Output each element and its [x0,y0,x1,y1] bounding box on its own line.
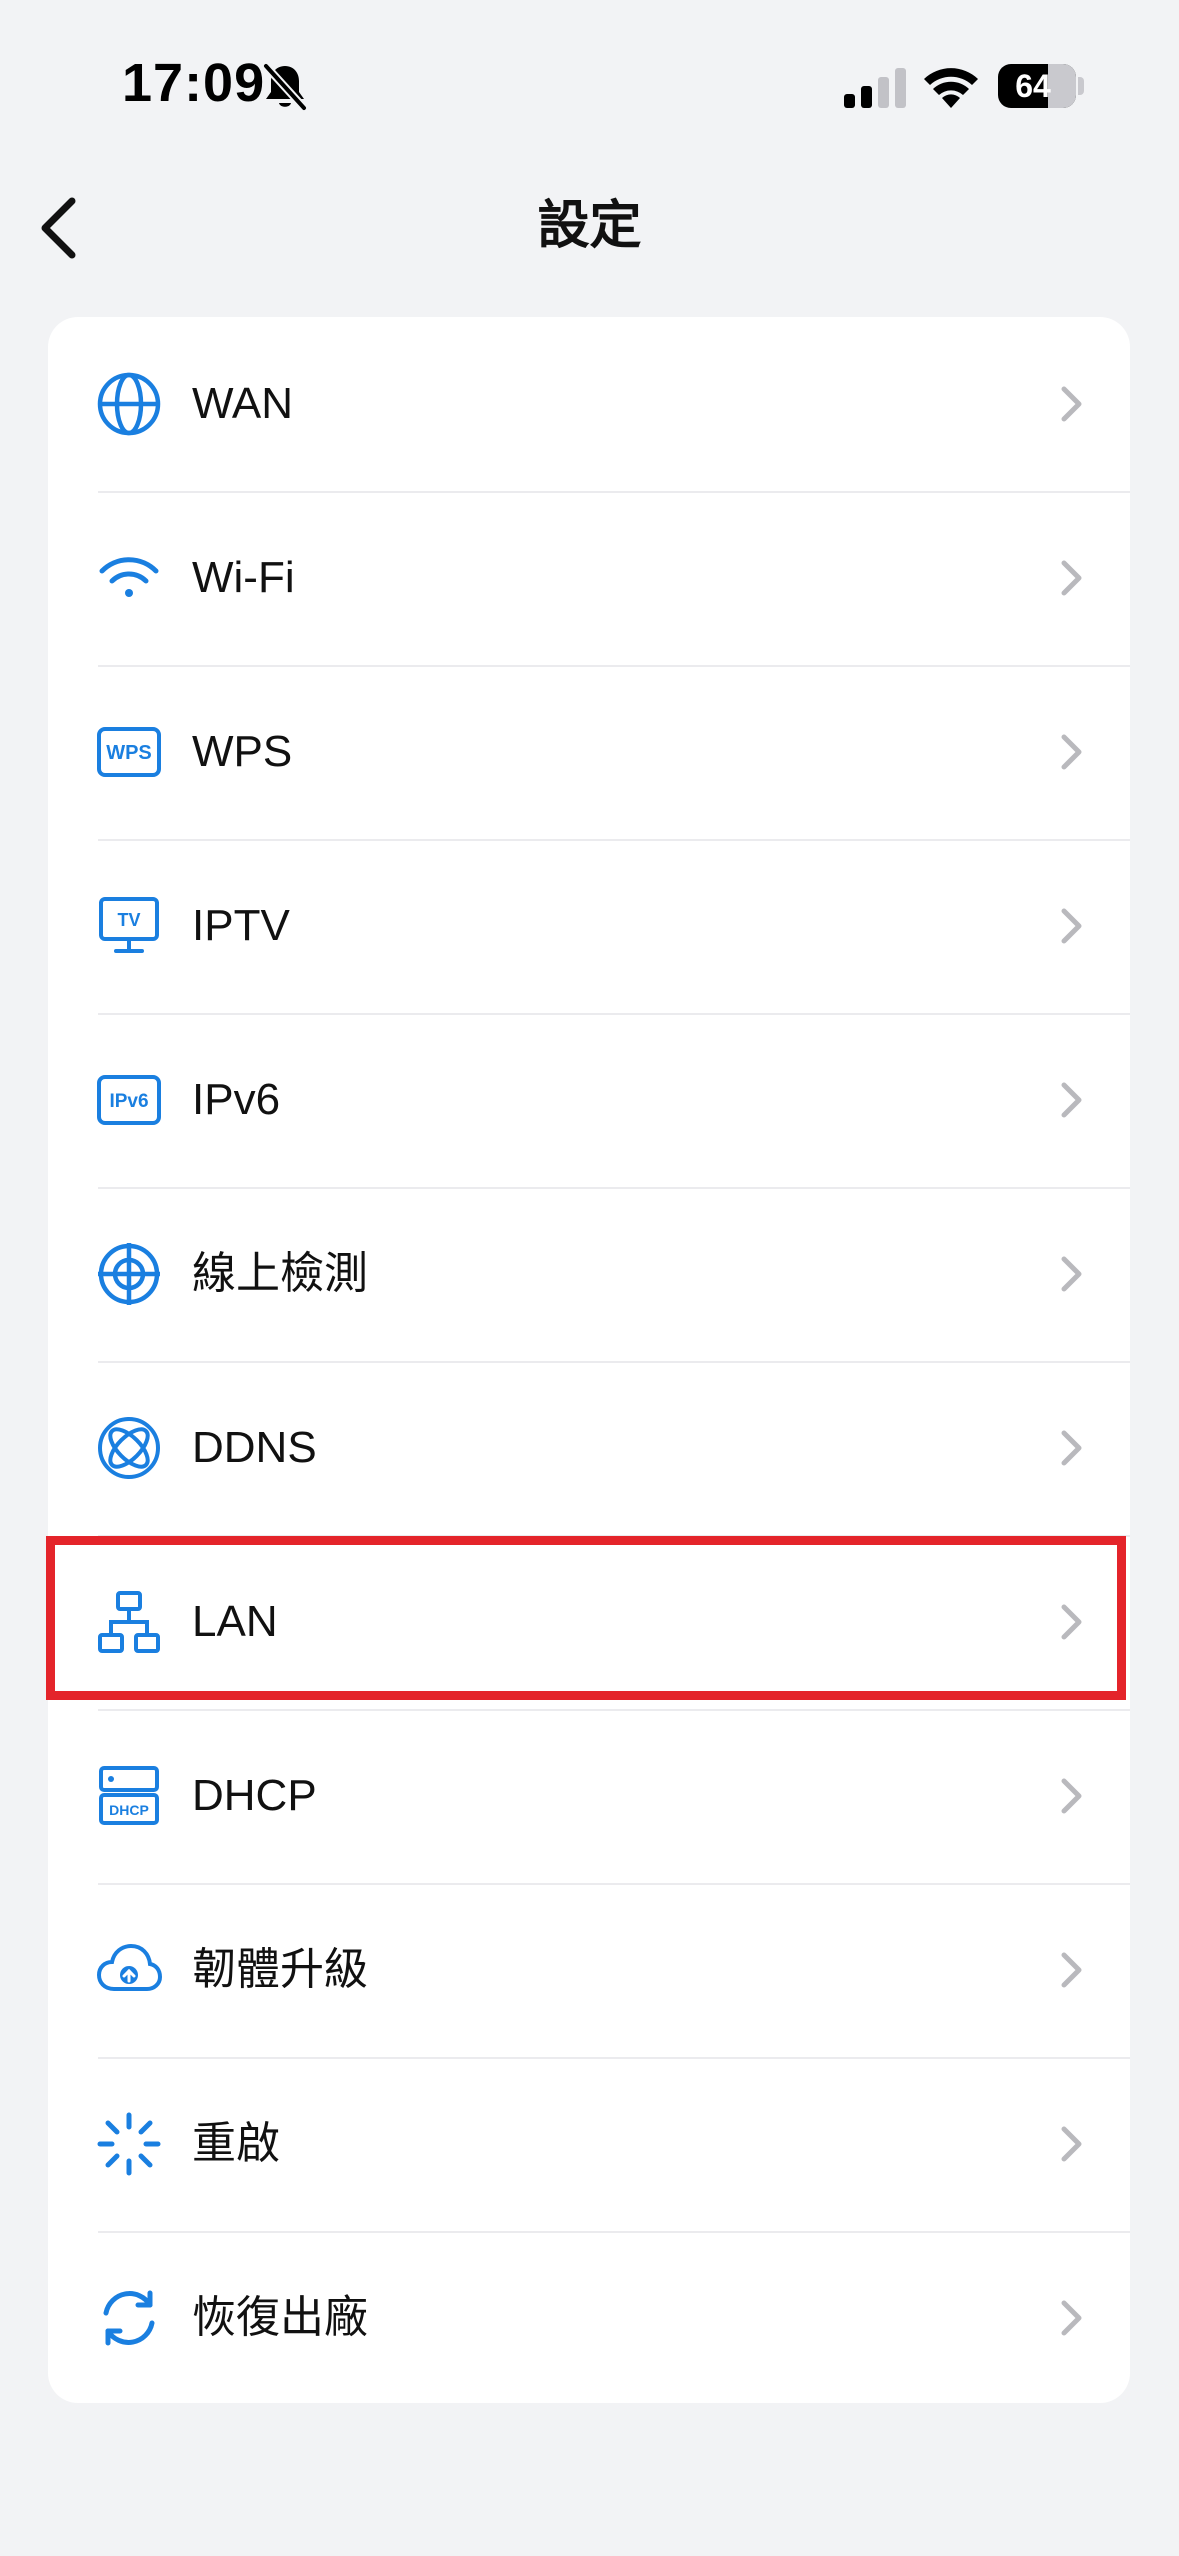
chevron-right-icon [1061,1082,1082,1118]
chevron-right-icon [1061,734,1082,770]
mute-icon [262,62,308,112]
chevron-right-icon [1061,2300,1082,2336]
settings-item-label: WPS [192,727,293,776]
network-icon [96,1589,162,1655]
wifi-icon [924,68,978,108]
settings-item-label: IPv6 [192,1075,281,1124]
settings-item-label: WAN [192,379,294,428]
settings-item-online-check[interactable]: 線上檢測 [48,1187,1130,1361]
chevron-right-icon [1061,1430,1082,1466]
battery-level: 64 [1015,68,1051,104]
loading-spinner-icon [96,2111,162,2177]
settings-item-label: 恢復出廠 [192,2293,368,2342]
settings-item-label: Wi-Fi [192,553,295,602]
signal-icon [844,68,906,108]
refresh-icon [96,2285,162,2351]
chevron-right-icon [1061,386,1082,422]
settings-item-label: DHCP [192,1771,317,1820]
chevron-right-icon [1061,1952,1082,1988]
status-time: 17:09 [122,53,266,113]
svg-text:TV: TV [117,910,140,930]
tv-icon: TV [96,893,162,959]
chevron-left-icon [41,197,76,259]
chevron-right-icon [1061,560,1082,596]
cloud-upload-icon [96,1937,162,2003]
settings-item-factory-reset[interactable]: 恢復出廠 [48,2231,1130,2403]
chevron-right-icon [1061,1778,1082,1814]
settings-item-iptv[interactable]: TV IPTV [48,839,1130,1013]
settings-item-ipv6[interactable]: IPv6 IPv6 [48,1013,1130,1187]
settings-item-label: IPTV [192,901,290,950]
chevron-right-icon [1061,2126,1082,2162]
page-title: 設定 [537,197,642,255]
settings-list: WAN Wi-Fi WPS WPS TV IPTV IPv6 IPv6 線上檢測… [48,317,1130,2403]
svg-text:WPS: WPS [106,742,152,764]
settings-item-label: LAN [192,1597,278,1646]
wifi-icon [96,545,162,611]
orbit-globe-icon [96,1415,162,1481]
svg-text:DHCP: DHCP [109,1802,149,1818]
status-bar: 17:09 64 [0,0,1179,175]
settings-item-wifi[interactable]: Wi-Fi [48,491,1130,665]
settings-item-dhcp[interactable]: DHCP DHCP [48,1709,1130,1883]
settings-item-ddns[interactable]: DDNS [48,1361,1130,1535]
chevron-right-icon [1061,1604,1082,1640]
settings-item-restart[interactable]: 重啟 [48,2057,1130,2231]
settings-item-wan[interactable]: WAN [48,317,1130,491]
settings-item-firmware-upgrade[interactable]: 韌體升級 [48,1883,1130,2057]
chevron-right-icon [1061,1256,1082,1292]
settings-item-label: DDNS [192,1423,317,1472]
back-button[interactable] [18,188,98,268]
settings-item-lan[interactable]: LAN [48,1535,1130,1709]
battery-icon: 64 [998,64,1076,108]
settings-item-wps[interactable]: WPS WPS [48,665,1130,839]
settings-item-label: 線上檢測 [192,1249,368,1298]
globe-icon [96,371,162,437]
settings-item-label: 重啟 [192,2119,280,2168]
svg-text:IPv6: IPv6 [109,1091,148,1112]
dhcp-icon: DHCP [96,1763,162,1829]
settings-item-label: 韌體升級 [192,1945,368,1994]
ipv6-icon: IPv6 [96,1067,162,1133]
crosshair-icon [96,1241,162,1307]
chevron-right-icon [1061,908,1082,944]
battery-tip [1078,77,1084,95]
wps-icon: WPS [96,719,162,785]
